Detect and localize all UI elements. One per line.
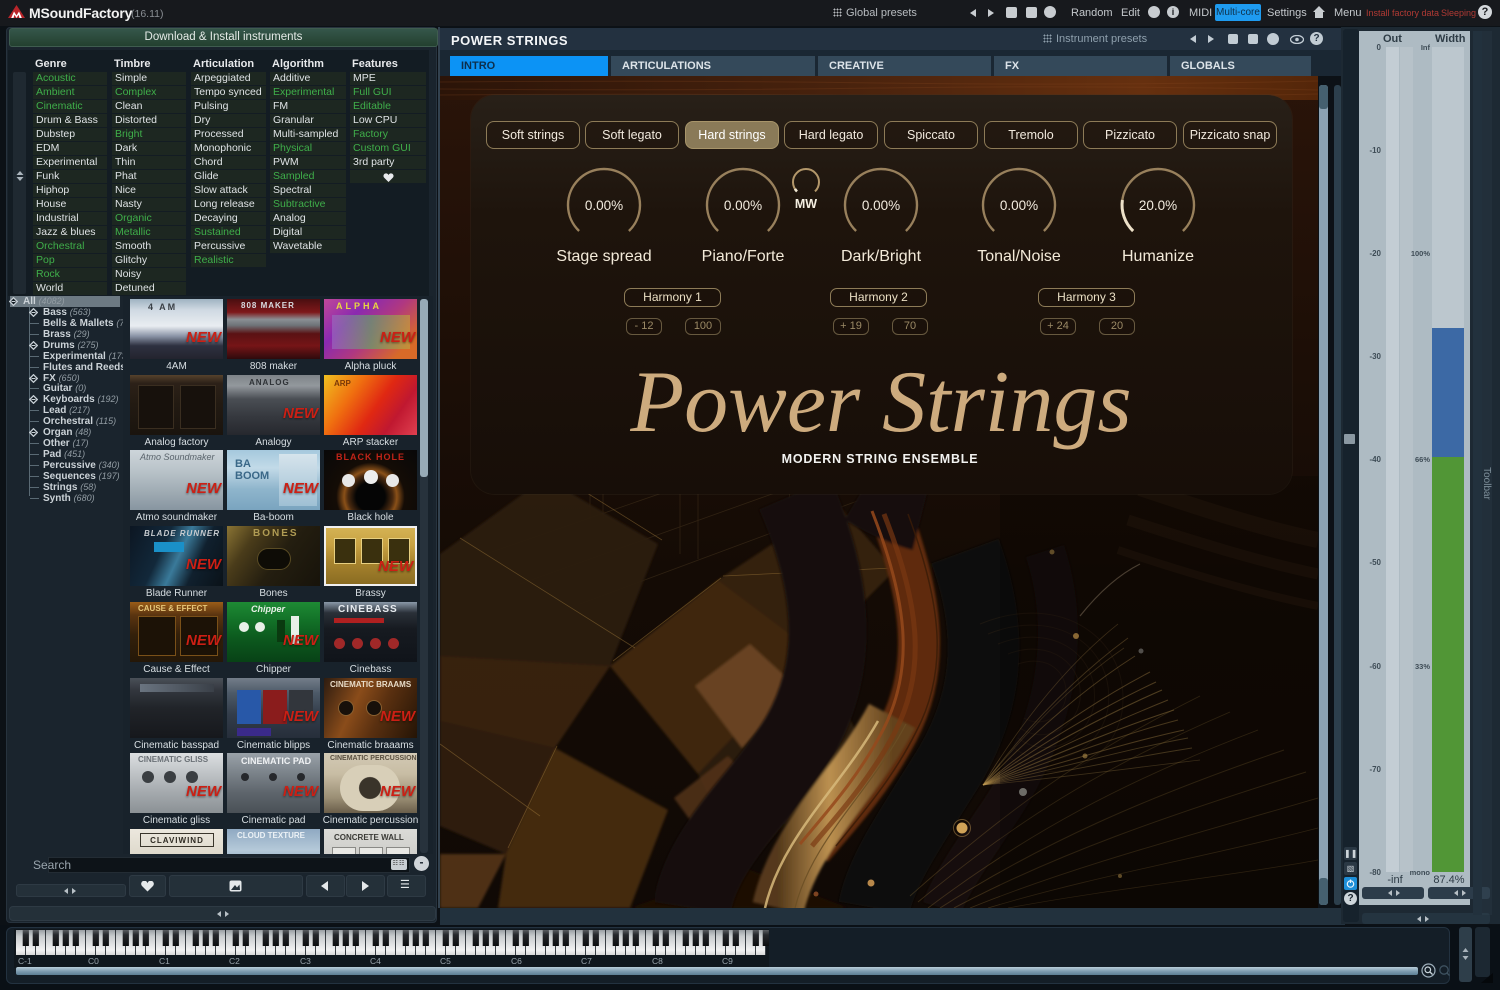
svg-text:C-1: C-1: [18, 956, 32, 966]
svg-text:C3: C3: [300, 956, 311, 966]
svg-text:C2: C2: [229, 956, 240, 966]
svg-text:C7: C7: [581, 956, 592, 966]
svg-text:C1: C1: [159, 956, 170, 966]
svg-text:C0: C0: [88, 956, 99, 966]
svg-text:C9: C9: [722, 956, 733, 966]
svg-text:C4: C4: [370, 956, 381, 966]
svg-text:C5: C5: [440, 956, 451, 966]
svg-text:C6: C6: [511, 956, 522, 966]
svg-text:C8: C8: [652, 956, 663, 966]
